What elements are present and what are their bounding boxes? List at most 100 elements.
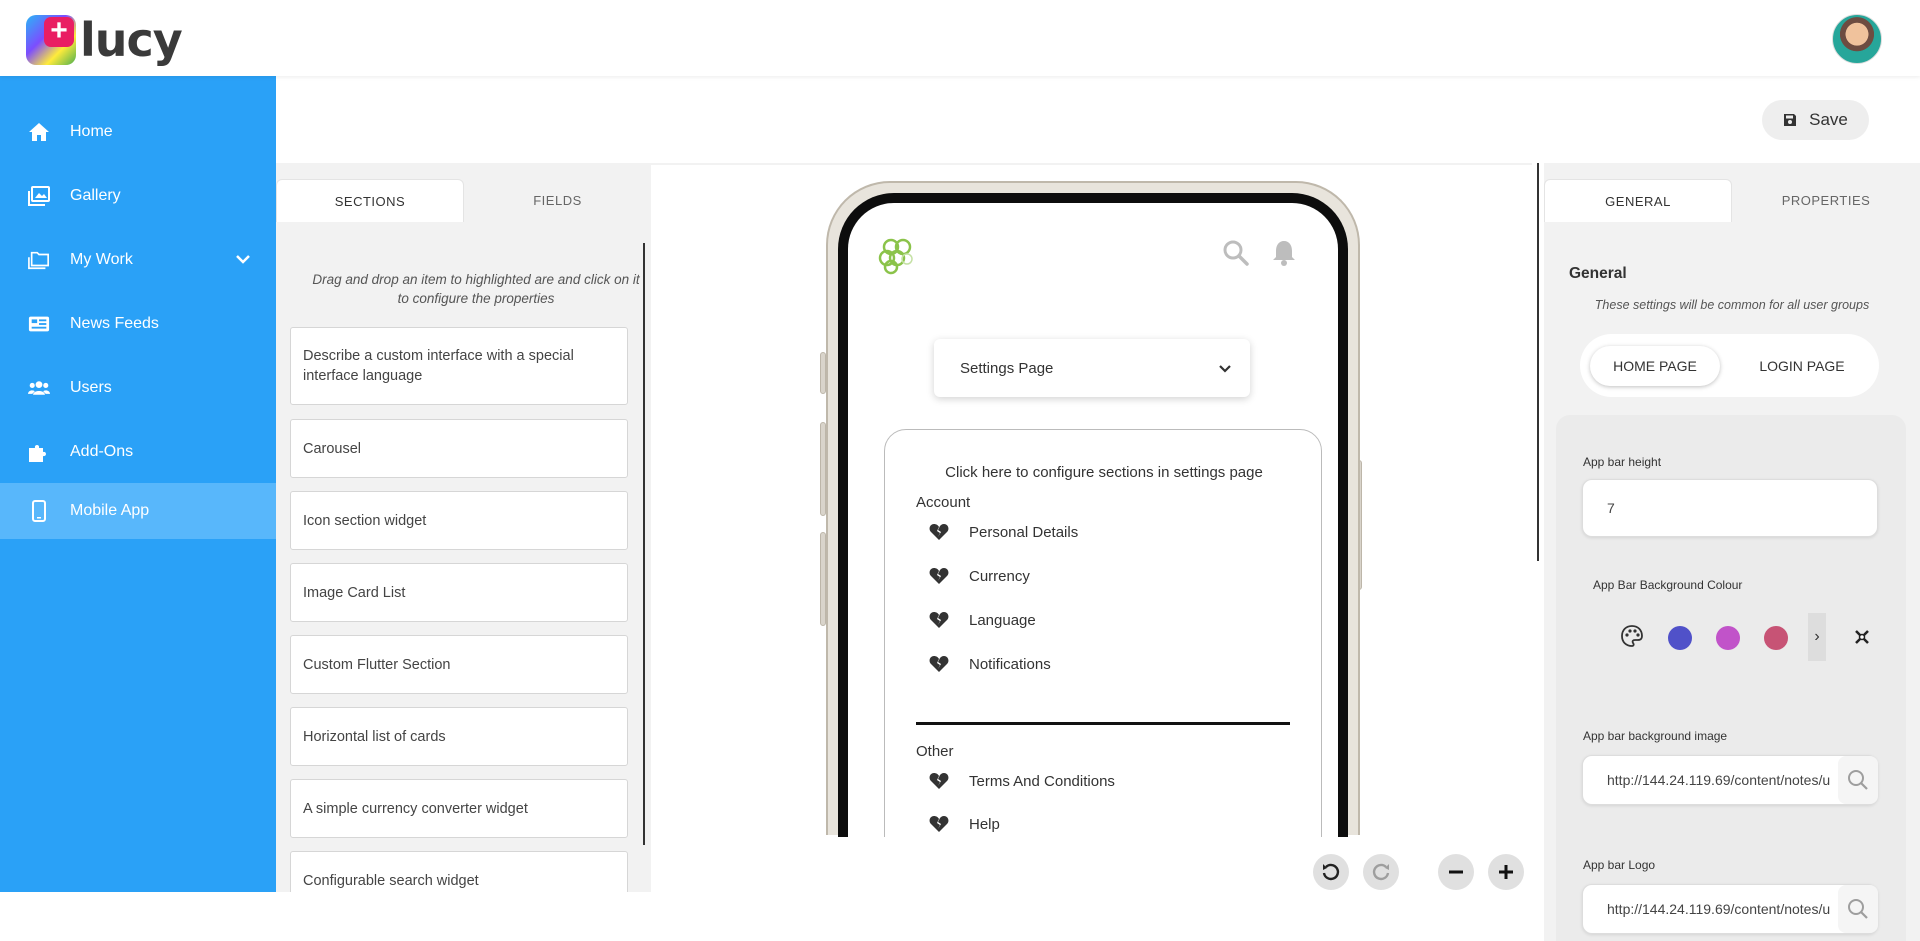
news-icon: [28, 313, 50, 335]
save-icon: [1784, 114, 1797, 126]
widget-item[interactable]: Image Card List: [290, 563, 628, 622]
home-icon: [28, 121, 50, 143]
section-title: General: [1569, 265, 1627, 282]
configure-hint: Click here to configure sections in sett…: [945, 464, 1263, 481]
settings-sections-card[interactable]: Click here to configure sections in sett…: [884, 429, 1322, 837]
settings-row-label: Help: [969, 815, 1000, 833]
save-button[interactable]: Save: [1762, 100, 1869, 140]
users-icon: [28, 377, 50, 399]
page-selector-dropdown[interactable]: Settings Page: [934, 339, 1250, 397]
section-divider: [916, 722, 1290, 725]
input-value: http://144.24.119.69/content/notes/u: [1607, 901, 1831, 917]
sidebar-item-label: Mobile App: [70, 502, 150, 519]
clear-color-icon[interactable]: [1854, 629, 1870, 650]
settings-row[interactable]: Personal Details: [929, 523, 1078, 541]
input-value: http://144.24.119.69/content/notes/u: [1607, 772, 1831, 788]
sidebar-item-label: Gallery: [70, 187, 121, 204]
widget-item[interactable]: A simple currency converter widget: [290, 779, 628, 838]
broken-heart-icon: [929, 612, 949, 628]
sidebar-item-gallery[interactable]: Gallery: [0, 168, 276, 224]
logo-icon: +: [26, 15, 76, 65]
phone-preview: Settings Page Click here to configure se…: [826, 181, 1360, 837]
sidebar-item-label: News Feeds: [70, 315, 159, 332]
undo-button[interactable]: [1313, 854, 1349, 890]
phone-bezel: Settings Page Click here to configure se…: [838, 193, 1348, 837]
left-panel-tabs: SECTIONS FIELDS: [276, 179, 651, 222]
broken-heart-icon: [929, 568, 949, 584]
widget-item[interactable]: Configurable search widget: [290, 851, 628, 892]
canvas-border: [651, 163, 1532, 165]
sidebar-item-my-work[interactable]: My Work: [0, 232, 276, 288]
sidebar-item-news-feeds[interactable]: News Feeds: [0, 296, 276, 352]
settings-row-label: Currency: [969, 567, 1030, 585]
logo-url-input[interactable]: http://144.24.119.69/content/notes/u: [1582, 884, 1878, 934]
toggle-home-page[interactable]: HOME PAGE: [1590, 346, 1720, 386]
field-label: App bar height: [1583, 455, 1662, 469]
sidebar-item-users[interactable]: Users: [0, 360, 276, 416]
field-label: App Bar Background Colour: [1593, 578, 1743, 592]
field-label: App bar Logo: [1583, 858, 1656, 872]
color-swatch[interactable]: [1668, 626, 1692, 650]
panel-divider[interactable]: [643, 243, 645, 845]
tab-sections[interactable]: SECTIONS: [276, 179, 464, 222]
chevron-down-icon[interactable]: [236, 251, 250, 269]
broken-heart-icon: [929, 816, 949, 832]
chevron-down-icon: [1218, 361, 1232, 378]
app-logo[interactable]: + lucy: [26, 13, 183, 67]
color-swatch[interactable]: [1716, 626, 1740, 650]
settings-panel: GENERAL PROPERTIES General These setting…: [1544, 163, 1920, 941]
toggle-login-page[interactable]: LOGIN PAGE: [1734, 346, 1870, 386]
widget-item[interactable]: Horizontal list of cards: [290, 707, 628, 766]
broken-heart-icon: [929, 524, 949, 540]
redo-button[interactable]: [1363, 854, 1399, 890]
zoom-out-button[interactable]: [1438, 854, 1474, 890]
settings-row[interactable]: Terms And Conditions: [929, 772, 1115, 790]
sidebar-item-label: My Work: [70, 251, 133, 268]
bell-icon[interactable]: [1270, 239, 1298, 267]
phone-screen[interactable]: Settings Page Click here to configure se…: [848, 203, 1338, 837]
section-subtitle: These settings will be common for all us…: [1594, 298, 1870, 312]
top-bar: + lucy: [0, 0, 1920, 76]
widget-item[interactable]: Icon section widget: [290, 491, 628, 550]
settings-row[interactable]: Notifications: [929, 655, 1051, 673]
settings-row[interactable]: Help: [929, 815, 1000, 833]
sidebar-item-mobile-app[interactable]: Mobile App: [0, 483, 276, 539]
undo-icon: [1322, 863, 1340, 881]
puzzle-icon: [28, 441, 50, 463]
settings-row[interactable]: Currency: [929, 567, 1030, 585]
properties-card: App bar height 7 App Bar Background Colo…: [1556, 415, 1906, 941]
palette-icon[interactable]: [1620, 624, 1644, 653]
drag-drop-hint: Drag and drop an item to highlighted are…: [312, 272, 640, 306]
input-value: 7: [1607, 500, 1615, 516]
zoom-in-button[interactable]: [1488, 854, 1524, 890]
sidebar-item-home[interactable]: Home: [0, 104, 276, 160]
sidebar-item-label: Add-Ons: [70, 443, 134, 460]
tab-properties[interactable]: PROPERTIES: [1732, 179, 1920, 222]
sidebar-item-label: Home: [70, 123, 113, 140]
user-avatar[interactable]: [1832, 14, 1882, 64]
search-icon: [1848, 899, 1868, 919]
tab-fields[interactable]: FIELDS: [464, 179, 651, 222]
chevron-right-icon[interactable]: ›: [1808, 613, 1826, 661]
color-swatch[interactable]: [1764, 626, 1788, 650]
panel-divider[interactable]: [1537, 163, 1539, 561]
app-bar-height-input[interactable]: 7: [1582, 479, 1878, 537]
app-logo-icon: [878, 238, 913, 275]
plus-icon: [1499, 865, 1513, 879]
bg-image-url-input[interactable]: http://144.24.119.69/content/notes/u: [1582, 755, 1878, 805]
widget-item[interactable]: Describe a custom interface with a speci…: [290, 327, 628, 405]
tab-general[interactable]: GENERAL: [1544, 179, 1732, 222]
browse-logo-button[interactable]: [1838, 885, 1878, 933]
settings-row-label: Notifications: [969, 655, 1051, 673]
field-label: App bar background image: [1583, 729, 1728, 743]
redo-icon: [1372, 863, 1390, 881]
browse-image-button[interactable]: [1838, 756, 1878, 804]
widget-item[interactable]: Carousel: [290, 419, 628, 478]
settings-row[interactable]: Language: [929, 611, 1036, 629]
search-icon[interactable]: [1222, 239, 1250, 267]
search-icon: [1848, 770, 1868, 790]
group-title: Other: [916, 743, 954, 760]
right-panel-tabs: GENERAL PROPERTIES: [1544, 179, 1920, 222]
sidebar-item-add-ons[interactable]: Add-Ons: [0, 424, 276, 480]
widget-item[interactable]: Custom Flutter Section: [290, 635, 628, 694]
